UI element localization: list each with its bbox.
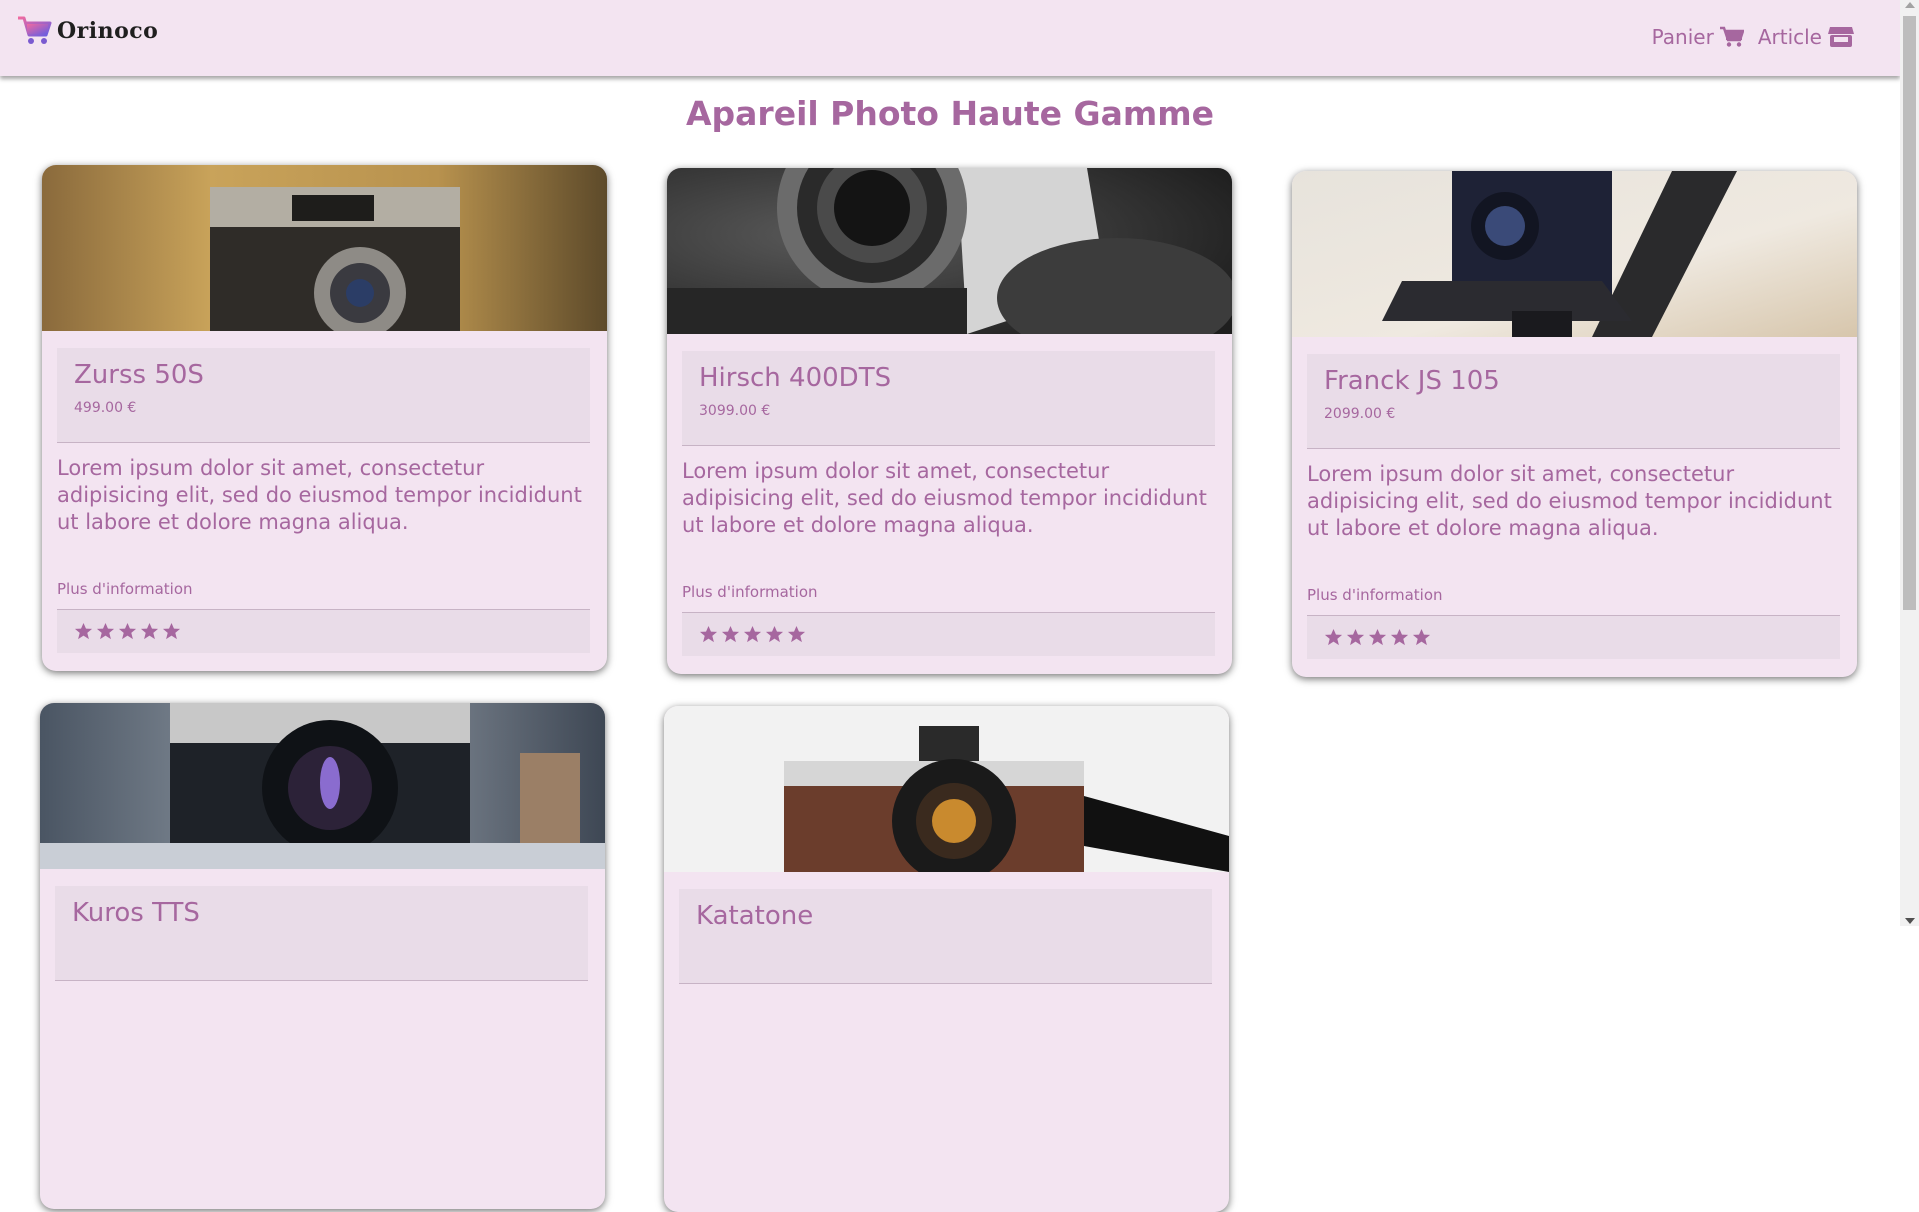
star-icon (118, 622, 137, 640)
star-icon (140, 622, 159, 640)
star-icon (74, 622, 93, 640)
product-card[interactable]: Franck JS 105 2099.00 € Lorem ipsum dolo… (1292, 171, 1857, 677)
star-icon (699, 625, 718, 643)
product-name[interactable]: Franck JS 105 (1324, 366, 1500, 396)
scrollbar-thumb[interactable] (1903, 16, 1916, 610)
card-header: Franck JS 105 2099.00 € (1307, 354, 1840, 449)
store-icon (1828, 27, 1854, 47)
star-icon (765, 625, 784, 643)
scroll-down-arrow-icon[interactable] (1905, 918, 1915, 924)
product-card[interactable]: Kuros TTS (40, 703, 605, 1209)
product-description: Lorem ipsum dolor sit amet, consectetur … (682, 459, 1207, 537)
more-info-link[interactable]: Plus d'information (57, 580, 193, 598)
product-price: 3099.00 € (699, 403, 771, 419)
star-icon (743, 625, 762, 643)
card-header: Kuros TTS (55, 886, 588, 981)
card-header: Zurss 50S 499.00 € (57, 348, 590, 443)
nav-link-panier[interactable]: Panier (1652, 25, 1744, 49)
star-icon (787, 625, 806, 643)
star-icon (1412, 628, 1431, 646)
cart-icon (1719, 26, 1744, 47)
star-icon (96, 622, 115, 640)
brand-logo[interactable]: Orinoco (17, 15, 158, 47)
product-image[interactable] (42, 165, 607, 339)
product-image[interactable] (40, 703, 605, 869)
card-header: Hirsch 400DTS 3099.00 € (682, 351, 1215, 446)
nav-link-article[interactable]: Article (1758, 25, 1854, 49)
main-nav: Panier Article (1638, 25, 1854, 49)
navbar: Orinoco Panier Article (0, 0, 1900, 76)
rating-stars (1307, 615, 1840, 659)
brand-name: Orinoco (57, 18, 159, 44)
product-card[interactable]: Hirsch 400DTS 3099.00 € Lorem ipsum dolo… (667, 168, 1232, 674)
star-icon (1324, 628, 1343, 646)
star-icon (1390, 628, 1409, 646)
star-icon (1368, 628, 1387, 646)
page-scrollbar[interactable] (1900, 0, 1919, 926)
product-price: 2099.00 € (1324, 406, 1396, 422)
star-icon (721, 625, 740, 643)
page-title: Apareil Photo Haute Gamme (685, 94, 1215, 133)
product-name[interactable]: Hirsch 400DTS (699, 363, 891, 393)
more-info-link[interactable]: Plus d'information (1307, 586, 1443, 604)
rating-stars (682, 612, 1215, 656)
shopping-cart-logo-icon (18, 16, 52, 44)
scroll-up-arrow-icon[interactable] (1905, 2, 1915, 8)
product-image[interactable] (664, 706, 1229, 883)
product-image[interactable] (1292, 171, 1857, 337)
nav-link-label: Article (1757, 25, 1822, 49)
product-card[interactable]: Katatone (664, 706, 1229, 1212)
card-header: Katatone (679, 889, 1212, 984)
product-description: Lorem ipsum dolor sit amet, consectetur … (57, 456, 582, 534)
star-icon (1346, 628, 1365, 646)
product-description: Lorem ipsum dolor sit amet, consectetur … (1307, 462, 1832, 540)
product-price: 499.00 € (74, 400, 137, 416)
product-image[interactable] (667, 168, 1232, 358)
product-name[interactable]: Katatone (696, 901, 813, 931)
product-name[interactable]: Zurss 50S (74, 360, 204, 390)
product-card[interactable]: Zurss 50S 499.00 € Lorem ipsum dolor sit… (42, 165, 607, 671)
nav-link-label: Panier (1651, 25, 1714, 49)
rating-stars (57, 609, 590, 653)
more-info-link[interactable]: Plus d'information (682, 583, 818, 601)
product-name[interactable]: Kuros TTS (72, 898, 200, 928)
star-icon (162, 622, 181, 640)
